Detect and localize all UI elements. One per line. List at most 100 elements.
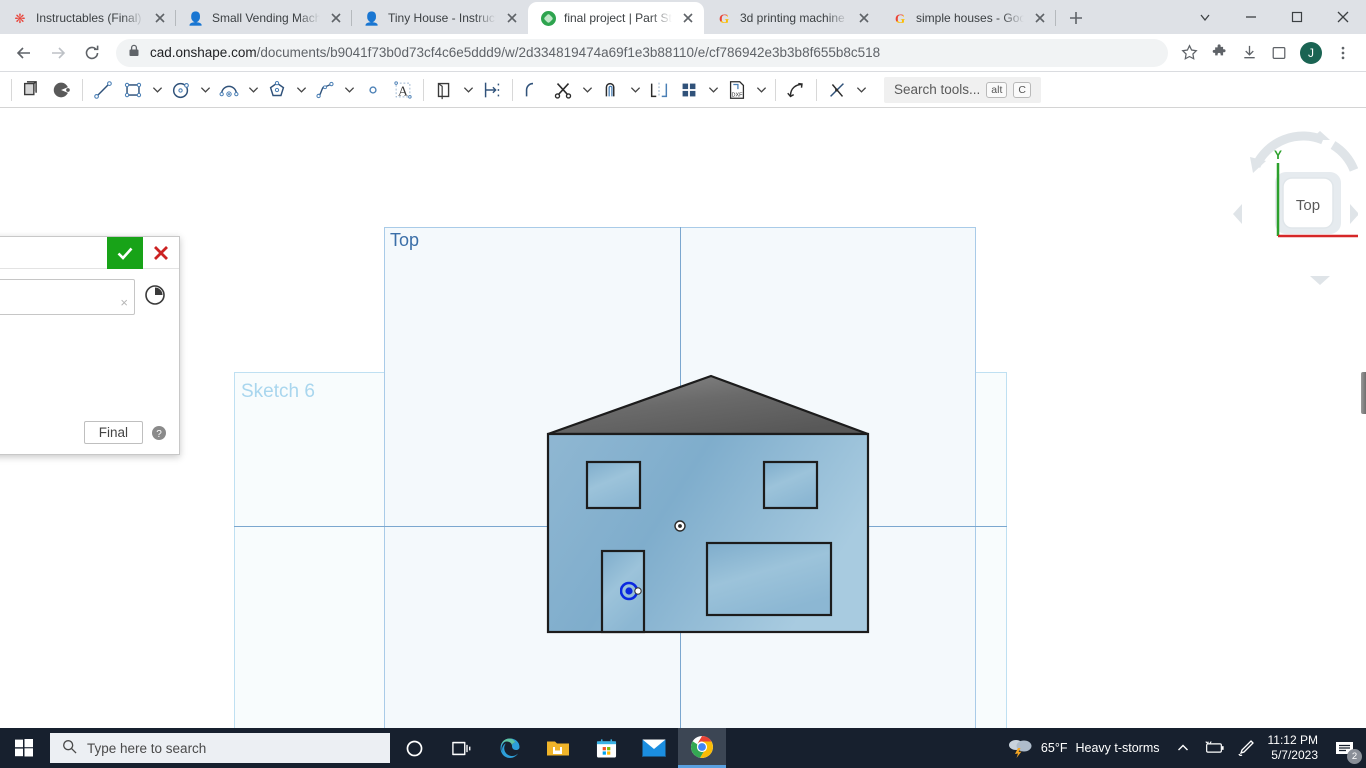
- svg-text:?: ?: [156, 429, 162, 440]
- history-clock-icon[interactable]: [143, 283, 167, 307]
- dialog-option-0[interactable]: e imprinting: [0, 330, 167, 345]
- clear-field-icon[interactable]: ×: [120, 295, 128, 310]
- taskbar-search-box[interactable]: Type here to search: [50, 733, 390, 763]
- dialog-option-1[interactable]: constraints: [0, 360, 167, 375]
- tab-close-icon[interactable]: [680, 10, 696, 26]
- dxf-dropdown-chevron-down-icon[interactable]: [752, 75, 770, 105]
- browser-tab-0[interactable]: ❋ Instructables (Final): [0, 2, 176, 34]
- forward-button[interactable]: [42, 37, 74, 69]
- extensions-puzzle-icon[interactable]: [1204, 38, 1234, 68]
- dialog-cancel-button[interactable]: [143, 237, 179, 269]
- address-bar[interactable]: cad.onshape.com/documents/b9041f73b0d73c…: [116, 39, 1168, 67]
- final-button[interactable]: Final: [84, 421, 143, 444]
- view-cube-face-label: Top: [1296, 197, 1320, 214]
- house-sketch-geometry[interactable]: [546, 374, 876, 636]
- browser-tab-4[interactable]: G 3d printing machine -: [704, 2, 880, 34]
- transform-tool-icon[interactable]: [781, 75, 811, 105]
- circle-tool-icon[interactable]: [166, 75, 196, 105]
- constraint-dropdown-chevron-down-icon[interactable]: [852, 75, 870, 105]
- minimize-button[interactable]: [1228, 0, 1274, 34]
- mirror-tool-icon[interactable]: [644, 75, 674, 105]
- view-cube[interactable]: Top Y: [1228, 118, 1358, 298]
- chrome-icon[interactable]: [678, 728, 726, 768]
- extrude-feature-dialog[interactable]: me Extrude 5 × e imprinting constraints …: [0, 236, 180, 455]
- feature-name-input[interactable]: me Extrude 5 ×: [0, 279, 135, 315]
- side-panel-icon[interactable]: [1264, 38, 1294, 68]
- microsoft-store-icon[interactable]: [582, 728, 630, 768]
- pen-input-icon[interactable]: [1230, 728, 1262, 768]
- offset-tool-icon[interactable]: [596, 75, 626, 105]
- dialog-header: [0, 237, 179, 269]
- offset-dropdown-chevron-down-icon[interactable]: [626, 75, 644, 105]
- spline-tool-icon[interactable]: [310, 75, 340, 105]
- tab-search-icon[interactable]: [1182, 0, 1228, 34]
- start-button-icon[interactable]: [0, 728, 48, 768]
- trim-dropdown-chevron-down-icon[interactable]: [578, 75, 596, 105]
- tab-close-icon[interactable]: [504, 10, 520, 26]
- mail-icon[interactable]: [630, 728, 678, 768]
- chrome-menu-icon[interactable]: [1328, 38, 1358, 68]
- tab-close-icon[interactable]: [152, 10, 168, 26]
- arc-dropdown-chevron-down-icon[interactable]: [244, 75, 262, 105]
- plane-offset-icon[interactable]: [429, 75, 459, 105]
- spline-dropdown-chevron-down-icon[interactable]: [340, 75, 358, 105]
- weather-widget[interactable]: 65°F Heavy t-storms: [999, 736, 1168, 761]
- close-button[interactable]: [1320, 0, 1366, 34]
- pie-section-icon[interactable]: [47, 75, 77, 105]
- panel-resize-handle[interactable]: [1361, 372, 1366, 414]
- dialog-option-2[interactable]: overdefined: [0, 390, 167, 405]
- back-button[interactable]: [8, 37, 40, 69]
- dimension-tool-icon[interactable]: [477, 75, 507, 105]
- url-path: /documents/b9041f73b0d73cf4c6e5ddd9/w/2d…: [257, 45, 881, 60]
- notification-center-button[interactable]: 2: [1328, 728, 1362, 768]
- reload-button[interactable]: [76, 37, 108, 69]
- onshape-graphics-canvas[interactable]: Sketch 6 Top: [0, 108, 1366, 768]
- task-view-icon[interactable]: [438, 728, 486, 768]
- tab-close-icon[interactable]: [1032, 10, 1048, 26]
- text-tool-icon[interactable]: A: [388, 75, 418, 105]
- taskbar-clock[interactable]: 11:12 PM 5/7/2023: [1262, 733, 1328, 763]
- origin-point-icon[interactable]: [674, 520, 686, 532]
- file-explorer-icon[interactable]: [534, 728, 582, 768]
- search-tools-box[interactable]: Search tools... alt C: [884, 77, 1041, 103]
- help-icon[interactable]: ?: [151, 425, 167, 441]
- fillet-tool-icon[interactable]: [518, 75, 548, 105]
- browser-tab-2[interactable]: 👤 Tiny House - Instructa: [352, 2, 528, 34]
- polygon-tool-icon[interactable]: [262, 75, 292, 105]
- rectangle-tool-icon[interactable]: [118, 75, 148, 105]
- selected-point-indicator[interactable]: [620, 581, 642, 601]
- arc-tool-icon[interactable]: [214, 75, 244, 105]
- toolbar-divider: [11, 79, 12, 101]
- dialog-accept-button[interactable]: [107, 237, 143, 269]
- polygon-dropdown-chevron-down-icon[interactable]: [292, 75, 310, 105]
- dxf-import-icon[interactable]: DXF: [722, 75, 752, 105]
- downloads-icon[interactable]: [1234, 38, 1264, 68]
- cortana-icon[interactable]: [390, 728, 438, 768]
- constraint-tool-icon[interactable]: [822, 75, 852, 105]
- maximize-button[interactable]: [1274, 0, 1320, 34]
- tab-close-icon[interactable]: [856, 10, 872, 26]
- new-tab-button[interactable]: [1062, 4, 1090, 32]
- point-tool-icon[interactable]: [358, 75, 388, 105]
- circle-dropdown-chevron-down-icon[interactable]: [196, 75, 214, 105]
- pattern-dropdown-chevron-down-icon[interactable]: [704, 75, 722, 105]
- show-hidden-icons-chevron-up-icon[interactable]: [1168, 728, 1198, 768]
- profile-avatar[interactable]: J: [1300, 42, 1322, 64]
- bookmark-star-icon[interactable]: [1174, 38, 1204, 68]
- browser-tab-3-active[interactable]: final project | Part Stu: [528, 2, 704, 34]
- trim-scissors-icon[interactable]: [548, 75, 578, 105]
- browser-tab-5[interactable]: G simple houses - Goog: [880, 2, 1056, 34]
- line-tool-icon[interactable]: [88, 75, 118, 105]
- sketch-panel-icon[interactable]: [17, 75, 47, 105]
- edge-icon[interactable]: [486, 728, 534, 768]
- window-controls: [1182, 0, 1366, 34]
- pattern-tool-icon[interactable]: [674, 75, 704, 105]
- tab-title: final project | Part Stu: [564, 11, 672, 25]
- battery-charging-icon[interactable]: [1198, 728, 1230, 768]
- weather-temperature: 65°F: [1041, 741, 1068, 755]
- browser-tab-1[interactable]: 👤 Small Vending Machin: [176, 2, 352, 34]
- rectangle-dropdown-chevron-down-icon[interactable]: [148, 75, 166, 105]
- plane-dropdown-chevron-down-icon[interactable]: [459, 75, 477, 105]
- tab-close-icon[interactable]: [328, 10, 344, 26]
- sketch-label: Sketch 6: [241, 381, 315, 403]
